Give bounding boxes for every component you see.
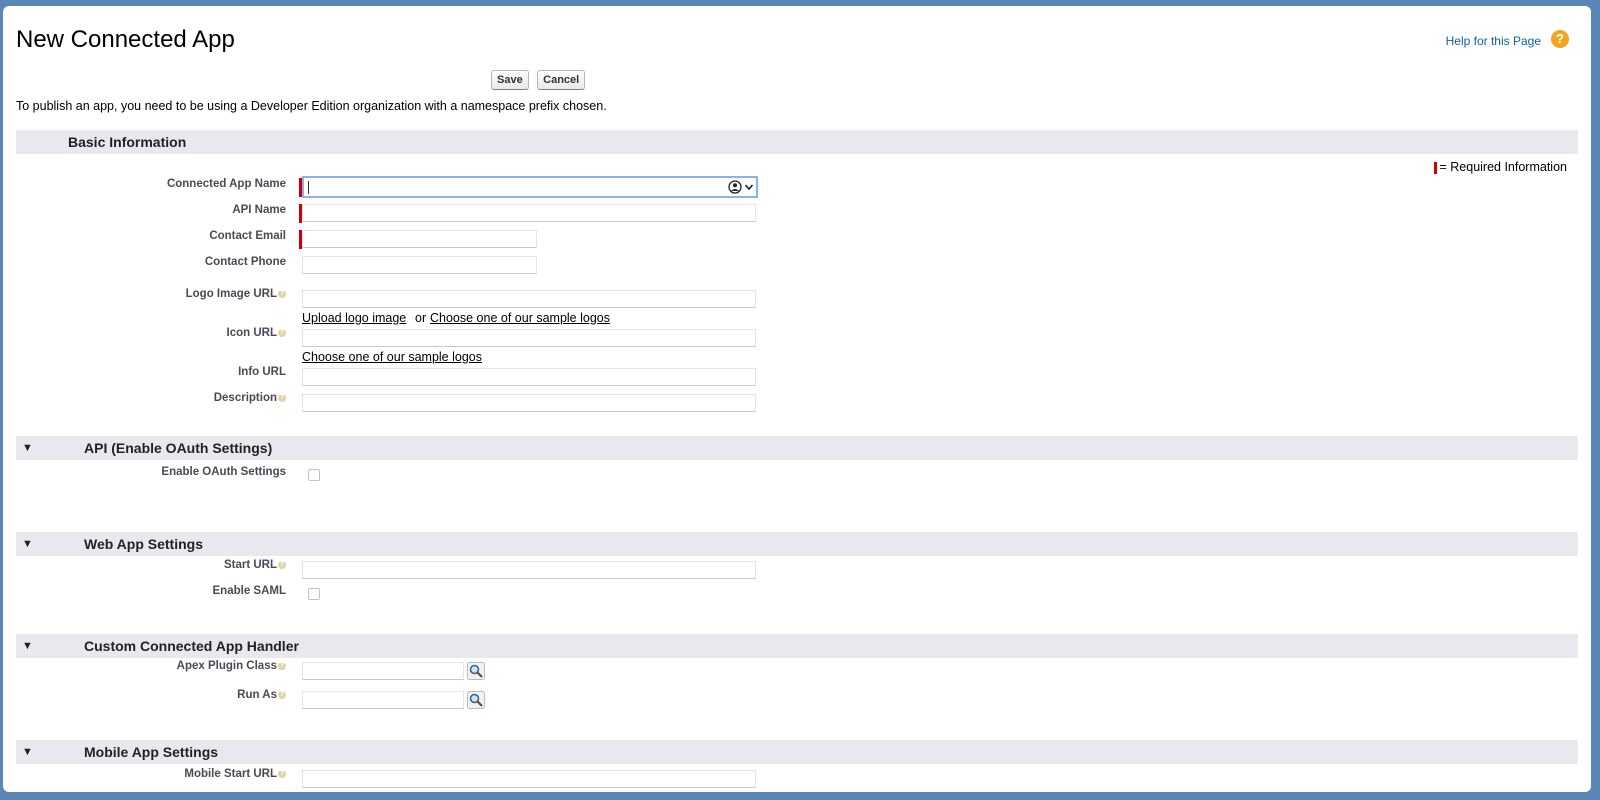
save-button[interactable]: Save [491, 70, 529, 90]
apex-plugin-class-input[interactable] [302, 662, 464, 680]
intro-text: To publish an app, you need to be using … [16, 99, 607, 113]
api-name-input[interactable] [302, 204, 756, 222]
section-basic-information: Basic Information [16, 130, 1578, 154]
chevron-down-icon [744, 184, 754, 191]
connected-app-name-input[interactable] [302, 176, 758, 198]
contact-phone-label: Contact Phone [204, 256, 286, 268]
icon-url-input[interactable] [302, 329, 756, 347]
page-title: New Connected App [16, 26, 235, 53]
page-frame: New Connected App Help for this Page ? S… [3, 6, 1591, 792]
required-marker [1434, 161, 1438, 174]
section-title: Web App Settings [84, 536, 203, 552]
section-custom-handler[interactable]: ▼ Custom Connected App Handler [16, 634, 1578, 658]
text-caret [308, 181, 309, 194]
mobile-start-url-input[interactable] [302, 770, 756, 788]
description-input[interactable] [302, 394, 756, 412]
contact-autofill-icon[interactable] [728, 180, 754, 194]
run-as-label: Run As? [237, 689, 286, 701]
help-bubble-icon[interactable]: ? [278, 769, 286, 778]
enable-saml-checkbox[interactable] [308, 588, 320, 600]
section-web-app-settings[interactable]: ▼ Web App Settings [16, 532, 1578, 556]
enable-oauth-label: Enable OAuth Settings [161, 466, 286, 478]
upload-logo-link[interactable]: Upload logo image [302, 311, 406, 325]
button-bar: Save Cancel [489, 70, 587, 90]
choose-sample-icon-link[interactable]: Choose one of our sample logos [302, 350, 482, 364]
help-bubble-icon[interactable]: ? [278, 661, 286, 670]
collapse-triangle-icon[interactable]: ▼ [22, 640, 33, 652]
contact-email-input[interactable] [302, 230, 537, 248]
info-url-label: Info URL [238, 366, 286, 378]
contact-phone-input[interactable] [302, 256, 537, 274]
contact-email-label: Contact Email [209, 230, 286, 242]
section-title: Basic Information [68, 134, 187, 150]
or-text: or [415, 311, 427, 325]
cancel-button[interactable]: Cancel [537, 70, 586, 90]
section-mobile-app-settings[interactable]: ▼ Mobile App Settings [16, 740, 1578, 764]
collapse-triangle-icon[interactable]: ▼ [22, 746, 33, 758]
required-legend: = Required Information [1434, 160, 1567, 174]
start-url-label: Start URL? [223, 559, 286, 571]
lookup-magnifier-icon[interactable] [467, 691, 485, 709]
collapse-triangle-icon[interactable]: ▼ [22, 442, 33, 454]
help-bubble-icon[interactable]: ? [278, 289, 286, 298]
connected-app-name-label: Connected App Name [166, 178, 286, 190]
logo-image-url-input[interactable] [302, 290, 756, 308]
section-title: Mobile App Settings [84, 744, 219, 760]
help-icon[interactable]: ? [1551, 30, 1569, 48]
choose-sample-logo-link[interactable]: Choose one of our sample logos [430, 311, 610, 325]
help-bubble-icon[interactable]: ? [278, 560, 286, 569]
help-link[interactable]: Help for this Page [1446, 34, 1541, 48]
help-bubble-icon[interactable]: ? [278, 393, 286, 402]
run-as-input[interactable] [302, 691, 464, 709]
help-bubble-icon[interactable]: ? [278, 328, 286, 337]
mobile-start-url-label: Mobile Start URL? [184, 768, 286, 780]
help-bubble-icon[interactable]: ? [278, 690, 286, 699]
apex-plugin-class-label: Apex Plugin Class? [176, 660, 286, 672]
info-url-input[interactable] [302, 368, 756, 386]
start-url-input[interactable] [302, 561, 756, 579]
section-title: Custom Connected App Handler [84, 638, 299, 654]
section-title: API (Enable OAuth Settings) [84, 440, 273, 456]
icon-url-label: Icon URL? [226, 327, 286, 339]
enable-oauth-checkbox[interactable] [308, 469, 320, 481]
api-name-label: API Name [232, 204, 286, 216]
description-label: Description? [213, 392, 286, 404]
lookup-magnifier-icon[interactable] [467, 662, 485, 680]
logo-image-url-label: Logo Image URL? [185, 288, 286, 300]
enable-saml-label: Enable SAML [212, 585, 286, 597]
collapse-triangle-icon[interactable]: ▼ [22, 538, 33, 550]
section-api-oauth[interactable]: ▼ API (Enable OAuth Settings) [16, 436, 1578, 460]
